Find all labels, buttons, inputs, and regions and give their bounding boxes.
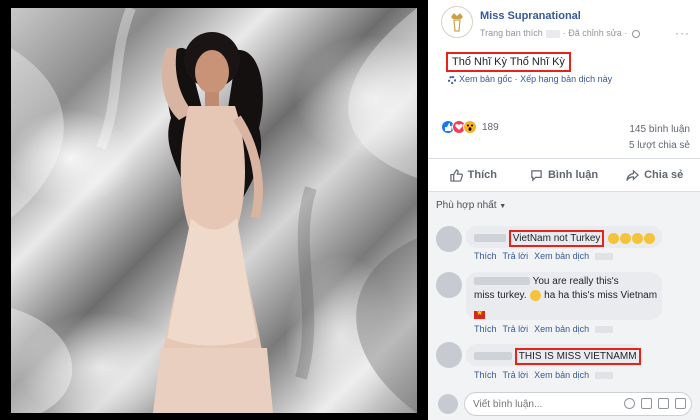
caption-highlight-box: Thổ Nhĩ Kỳ Thổ Nhĩ Kỳ [446,52,571,72]
comment-text: miss turkey. [474,290,527,302]
blurred-commenter-name[interactable] [474,352,512,361]
comment-translate-link[interactable]: Xem bản dịch [534,370,589,380]
see-original-link[interactable]: Xem bản gốc [459,74,512,84]
shares-count-link[interactable]: 5 lượt chia sẻ [629,140,690,151]
commenter-avatar[interactable] [436,226,462,252]
post-actions-bar: Thích Bình luận Chia sẻ [428,158,700,192]
sort-label: Phù hợp nhất [436,200,497,211]
translate-separator: · [514,74,518,84]
grin-emoji-icon [608,232,620,244]
page-avatar[interactable] [441,6,473,38]
more-options-icon[interactable]: ··· [675,26,690,40]
edited-label[interactable]: Đã chỉnh sửa [568,28,622,38]
comment-text-line: You are really this's [474,276,619,287]
comment-like-link[interactable]: Thích [474,370,497,380]
comment-meta-row: Thích Trả lời Xem bản dịch [474,251,619,261]
grin-emoji-icon [632,232,644,244]
camera-icon[interactable] [641,398,652,409]
comment-highlight-box: VietNam not Turkey [508,230,605,247]
translation-row: Xem bản gốc · Xếp hạng bản dịch này [448,74,612,84]
comment-composer [428,386,700,420]
grin-emoji-icon [620,232,632,244]
comment-button-label: Bình luận [547,169,599,181]
blurred-timestamp [545,29,560,38]
separator-dot: · [562,28,566,38]
composer-icons [624,398,686,409]
share-button[interactable]: Chia sẻ [609,159,700,191]
comment-text-line: miss turkey. ha ha this's miss Vietnam [474,290,657,301]
sticker-icon[interactable] [675,398,686,409]
post-caption: Thổ Nhĩ Kỳ Thổ Nhĩ Kỳ [452,56,565,68]
page-name-link[interactable]: Miss Supranational [480,10,581,22]
grin-emoji-icon [644,232,656,244]
blurred-commenter-name[interactable] [474,277,530,286]
comment-meta-row: Thích Trả lời Xem bản dịch [474,324,619,334]
post-photo-viewer [0,0,428,420]
caret-down-icon: ▼ [499,203,507,210]
comment-bubble: VietNam not Turkey [466,226,662,248]
like-button[interactable]: Thích [428,159,519,191]
photo-illustration [11,8,417,413]
like-button-label: Thích [467,169,497,181]
gif-icon[interactable] [658,398,669,409]
thumbs-up-icon [449,168,463,182]
share-arrow-icon [626,169,640,181]
comment-sort-dropdown[interactable]: Phù hợp nhất ▼ [436,200,506,211]
commenter-avatar[interactable] [436,342,462,368]
comment-translate-link[interactable]: Xem bản dịch [534,251,589,261]
comment-text: VietNam not Turkey [512,233,601,244]
comment-text-line: VietNam not Turkey [474,230,656,247]
post-subtitle: Trang ban thích · Đã chỉnh sửa · [480,28,640,38]
comment-text: THIS IS MISS VIETNAMM [518,351,637,362]
comment-bubble: THIS IS MISS VIETNAMM [466,344,642,366]
comment-reply-link[interactable]: Trả lời [503,370,529,380]
comment-text-line: THIS IS MISS VIETNAMM [474,348,641,365]
reactions-summary[interactable]: 189 [441,120,499,134]
vietnam-flag-icon [474,308,485,319]
comment-highlight-box: THIS IS MISS VIETNAMM [514,348,641,365]
reaction-count: 189 [482,121,499,133]
crown-logo-icon [451,13,463,32]
comment-like-link[interactable]: Thích [474,324,497,334]
current-user-avatar [438,394,458,414]
post-header: Miss Supranational Trang ban thích · Đã c… [428,0,700,44]
post-side-panel: Miss Supranational Trang ban thích · Đã c… [428,0,700,420]
comments-count-link[interactable]: 145 bình luận [629,124,690,135]
comment-timestamp[interactable] [595,253,614,261]
comment-like-link[interactable]: Thích [474,251,497,261]
commenter-avatar[interactable] [436,272,462,298]
translate-gear-icon[interactable] [448,75,456,84]
wow-reaction-icon [463,120,477,134]
post-photo[interactable] [11,8,417,413]
separator-dot-2: · [624,28,628,38]
comment-translate-link[interactable]: Xem bản dịch [534,324,589,334]
emoji-picker-icon[interactable] [624,398,635,409]
share-button-label: Chia sẻ [644,169,684,181]
comment-flag-line [474,306,485,324]
globe-icon [631,29,640,38]
comment-reply-link[interactable]: Trả lời [503,324,529,334]
rate-translation-link[interactable]: Xếp hạng bản dịch này [520,74,612,84]
comment-button[interactable]: Bình luận [519,159,610,191]
comment-meta-row: Thích Trả lời Xem bản dịch [474,370,619,380]
speech-bubble-icon [531,169,542,182]
comment-bubble: You are really this's miss turkey. ha ha… [466,272,662,320]
laughing-emoji-icon [530,290,542,301]
comment-text: You are really this's [532,276,619,287]
blurred-commenter-name[interactable] [474,234,506,243]
comment-timestamp[interactable] [595,326,614,334]
comment-reply-link[interactable]: Trả lời [503,251,529,261]
comment-text: ha ha this's miss Vietnam [544,290,658,302]
comment-timestamp[interactable] [595,372,614,380]
page-subtitle-text: Trang ban thích [480,28,543,38]
